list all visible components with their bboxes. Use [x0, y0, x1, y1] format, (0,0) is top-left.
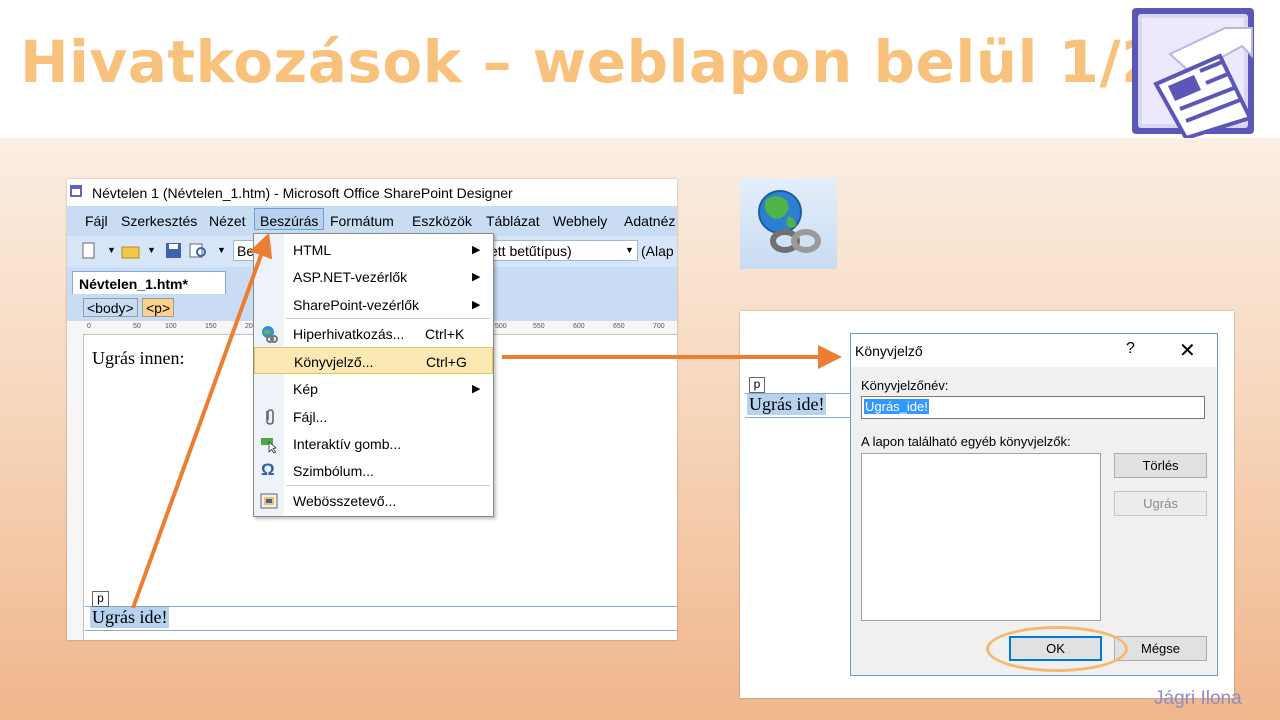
annotation-arrows: [131, 232, 842, 609]
author-credit: Jágri Ilona: [1154, 688, 1242, 709]
slide: Hivatkozások – weblapon belül 1/2. Névte…: [0, 0, 1280, 720]
arrow-target-to-insert-menu: [131, 232, 273, 609]
